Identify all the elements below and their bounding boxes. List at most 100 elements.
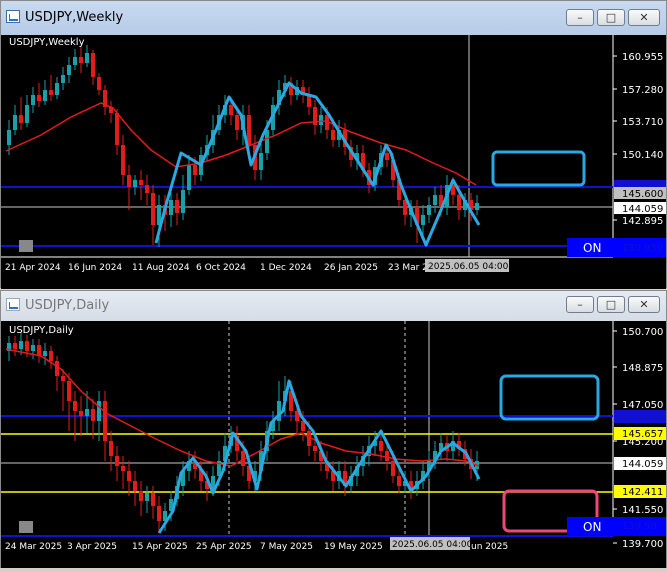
candle-body	[55, 361, 59, 376]
candle-body	[427, 205, 431, 215]
daily-symbol-label: USDJPY,Daily	[9, 325, 74, 336]
candle-body	[79, 57, 83, 63]
price-tick-label: 148.875	[622, 363, 663, 374]
candle-body	[457, 195, 461, 210]
daily-title-bar[interactable]: USDJPY,Daily – □ ✕	[1, 291, 666, 321]
candle-body	[91, 53, 95, 77]
time-tick-label: 6 Oct 2024	[196, 263, 246, 273]
candle-body	[187, 165, 191, 190]
time-tick-label: 3 Apr 2025	[67, 542, 117, 552]
weekly-candles	[7, 45, 479, 247]
candle-body	[169, 200, 173, 215]
price-tick-label: 150.700	[622, 327, 663, 338]
daily-chart-window[interactable]: USDJPY,Daily – □ ✕ USDJPY,Daily 150.700 …	[0, 290, 667, 568]
candle-body	[235, 115, 239, 130]
candle-body	[397, 476, 401, 486]
candle-body	[31, 95, 35, 105]
time-tick-label: 25 Apr 2025	[196, 542, 252, 552]
candle-body	[37, 345, 41, 356]
price-tick-label: 141.550	[622, 505, 663, 516]
period-marker-icon	[19, 521, 33, 533]
candle-body	[331, 130, 335, 140]
candle-body	[151, 493, 155, 506]
candle-body	[85, 53, 89, 63]
target-zone-box	[499, 374, 600, 421]
period-marker-icon	[19, 240, 33, 252]
candle-body	[49, 351, 53, 361]
time-tick-label: 1 Dec 2024	[260, 263, 312, 273]
chart-window-icon	[6, 10, 20, 23]
candle-body	[127, 471, 131, 481]
candle-body	[67, 381, 71, 401]
candle-body	[49, 90, 53, 95]
candle-body	[133, 481, 137, 491]
candle-body	[145, 185, 149, 193]
candle-body	[19, 341, 23, 349]
time-tick-label: 11 Aug 2024	[132, 263, 190, 273]
weekly-chart-window[interactable]: USDJPY,Weekly – □ ✕ USDJPY,Weekly 160.95…	[0, 0, 667, 289]
candle-body	[61, 376, 65, 381]
candle-body	[73, 401, 77, 411]
minimize-button[interactable]: –	[566, 296, 594, 313]
candle-body	[25, 105, 29, 123]
candle-body	[79, 411, 83, 416]
restore-button[interactable]: □	[597, 296, 625, 313]
price-tick-label: 153.710	[622, 117, 663, 128]
candle-body	[157, 506, 161, 521]
support-price-text: 139.959	[622, 243, 663, 254]
price-tag-145657: 145.657	[622, 429, 663, 440]
candle-body	[13, 115, 17, 130]
candle-body	[319, 115, 323, 125]
candle-body	[115, 456, 119, 466]
weekly-symbol-label: USDJPY,Weekly	[9, 37, 85, 48]
daily-chart-area[interactable]: USDJPY,Daily 150.700 148.875 147.050 145.20…	[1, 321, 666, 568]
price-tick-label: 139.700	[622, 539, 663, 550]
time-tick-label: 21 Apr 2024	[5, 263, 61, 273]
close-button[interactable]: ✕	[628, 296, 660, 313]
candle-body	[61, 75, 65, 83]
support-price-text: 139.98	[622, 521, 657, 532]
candle-body	[385, 153, 389, 160]
daily-chart-canvas[interactable]: USDJPY,Daily 150.700148.875147.050145.20…	[1, 321, 666, 568]
minimize-button[interactable]: –	[566, 9, 594, 26]
candle-body	[379, 441, 383, 451]
candle-body	[31, 345, 35, 351]
candle-body	[181, 190, 185, 213]
price-tick-label: 147.050	[622, 400, 663, 411]
candle-body	[259, 153, 263, 170]
price-tick-label: 160.955	[622, 52, 663, 63]
weekly-title-bar[interactable]: USDJPY,Weekly – □ ✕	[1, 1, 666, 35]
candle-body	[115, 113, 119, 145]
swing-zigzag-line	[154, 81, 481, 247]
candle-body	[7, 130, 11, 145]
candle-body	[139, 180, 143, 185]
candle-body	[73, 57, 77, 65]
candle-body	[421, 215, 425, 225]
time-tick-label: 16 Jun 2024	[68, 263, 122, 273]
target-zone-box	[491, 150, 586, 187]
weekly-chart-canvas[interactable]: USDJPY,Weekly 160.955 157.280 153.710 150.1…	[1, 35, 666, 289]
price-tag-bid: 144.059	[622, 459, 663, 470]
candle-body	[139, 491, 143, 501]
candle-body	[37, 95, 41, 101]
candle-body	[97, 401, 101, 421]
candle-body	[121, 466, 125, 471]
price-tick-label: 150.140	[622, 150, 663, 161]
close-button[interactable]: ✕	[628, 9, 660, 26]
price-tag-142411: 142.411	[622, 487, 663, 498]
weekly-chart-area[interactable]: USDJPY,Weekly 160.955 157.280 153.710 150.1…	[1, 35, 666, 289]
price-tag-bid: 144.059	[622, 204, 663, 215]
candle-body	[103, 401, 107, 441]
candle-body	[43, 351, 47, 356]
candle-body	[55, 83, 59, 95]
candle-body	[109, 441, 113, 456]
daily-candles	[7, 333, 479, 533]
restore-button[interactable]: □	[597, 9, 625, 26]
candle-body	[193, 165, 197, 175]
time-tick-label: 24 Mar 2025	[5, 542, 62, 552]
weekly-time-ticks: 21 Apr 2024 16 Jun 2024 11 Aug 2024 6 Oct 2…	[5, 263, 434, 273]
time-tick-label: 7 May 2025	[260, 542, 313, 552]
candle-body	[385, 451, 389, 461]
candle-body	[85, 409, 89, 416]
weekly-window-title: USDJPY,Weekly	[25, 10, 124, 25]
